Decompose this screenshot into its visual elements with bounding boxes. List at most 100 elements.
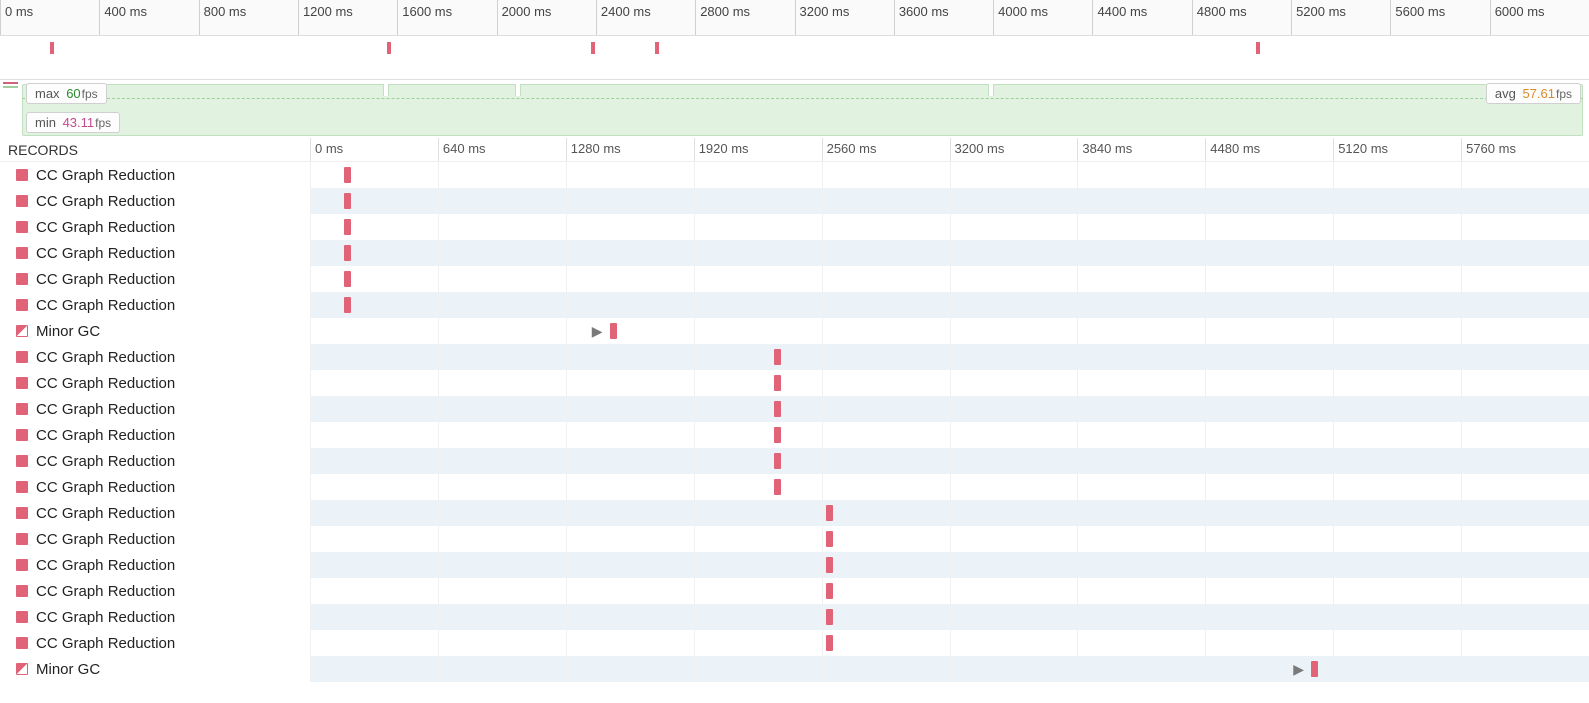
event-marker[interactable]	[344, 245, 351, 261]
expand-icon[interactable]: ▶	[1293, 661, 1304, 678]
record-lane[interactable]	[310, 552, 1589, 578]
record-lane[interactable]	[310, 630, 1589, 656]
event-marker[interactable]	[774, 453, 781, 469]
record-lane[interactable]	[310, 266, 1589, 292]
records-row[interactable]: CC Graph Reduction	[0, 240, 1589, 266]
record-lane[interactable]	[310, 526, 1589, 552]
event-marker[interactable]	[344, 219, 351, 235]
record-lane[interactable]	[310, 474, 1589, 500]
record-lane[interactable]	[310, 344, 1589, 370]
record-lane[interactable]	[310, 500, 1589, 526]
records-row[interactable]: CC Graph Reduction	[0, 370, 1589, 396]
lane-gridline	[1205, 266, 1206, 292]
lane-gridline	[438, 500, 439, 526]
record-label-text: CC Graph Reduction	[36, 271, 175, 288]
event-marker[interactable]	[774, 401, 781, 417]
records-row[interactable]: CC Graph Reduction	[0, 526, 1589, 552]
record-lane[interactable]	[310, 188, 1589, 214]
records-time-axis[interactable]: 0 ms640 ms1280 ms1920 ms2560 ms3200 ms38…	[310, 138, 1589, 161]
lane-gridline	[1077, 474, 1078, 500]
records-row[interactable]: Minor GC▶	[0, 656, 1589, 682]
records-tick: 1920 ms	[694, 138, 749, 161]
records-row[interactable]: CC Graph Reduction	[0, 422, 1589, 448]
overview-ruler[interactable]: 0 ms400 ms800 ms1200 ms1600 ms2000 ms240…	[0, 0, 1589, 36]
lane-gridline	[310, 318, 311, 344]
record-lane[interactable]	[310, 292, 1589, 318]
record-lane[interactable]	[310, 578, 1589, 604]
event-marker[interactable]	[826, 609, 833, 625]
record-lane[interactable]	[310, 240, 1589, 266]
event-marker[interactable]	[826, 557, 833, 573]
records-row[interactable]: CC Graph Reduction	[0, 448, 1589, 474]
record-lane[interactable]: ▶	[310, 318, 1589, 344]
records-row[interactable]: CC Graph Reduction	[0, 266, 1589, 292]
records-row[interactable]: CC Graph Reduction	[0, 344, 1589, 370]
records-row[interactable]: CC Graph Reduction	[0, 292, 1589, 318]
cc-swatch-icon	[16, 481, 28, 493]
lane-gridline	[566, 578, 567, 604]
fps-legend-handle-icon	[3, 82, 18, 92]
records-row[interactable]: CC Graph Reduction	[0, 396, 1589, 422]
event-marker[interactable]	[774, 375, 781, 391]
event-marker[interactable]	[826, 583, 833, 599]
record-lane[interactable]	[310, 214, 1589, 240]
records-row[interactable]: CC Graph Reduction	[0, 162, 1589, 188]
event-marker[interactable]	[826, 505, 833, 521]
cc-swatch-icon	[16, 637, 28, 649]
record-lane[interactable]	[310, 396, 1589, 422]
records-row[interactable]: CC Graph Reduction	[0, 500, 1589, 526]
record-lane[interactable]	[310, 422, 1589, 448]
lane-gridline	[822, 266, 823, 292]
record-lane[interactable]	[310, 370, 1589, 396]
records-row[interactable]: CC Graph Reduction	[0, 474, 1589, 500]
fps-lane[interactable]: max 60fps min 43.11fps avg 57.61fps	[0, 80, 1589, 138]
event-marker[interactable]	[826, 635, 833, 651]
lane-gridline	[1205, 552, 1206, 578]
lane-gridline	[310, 552, 311, 578]
lane-gridline	[694, 240, 695, 266]
lane-gridline	[438, 292, 439, 318]
overview-tick: 1600 ms	[397, 0, 452, 35]
lane-gridline	[438, 162, 439, 188]
record-label-text: CC Graph Reduction	[36, 557, 175, 574]
lane-gridline	[694, 422, 695, 448]
lane-gridline	[310, 214, 311, 240]
event-marker[interactable]	[826, 531, 833, 547]
lane-gridline	[1333, 292, 1334, 318]
lane-gridline	[1333, 188, 1334, 214]
records-row[interactable]: CC Graph Reduction	[0, 214, 1589, 240]
records-rows: CC Graph ReductionCC Graph ReductionCC G…	[0, 162, 1589, 682]
lane-gridline	[950, 292, 951, 318]
records-ruler: RECORDS 0 ms640 ms1280 ms1920 ms2560 ms3…	[0, 138, 1589, 162]
record-lane[interactable]	[310, 604, 1589, 630]
record-lane[interactable]: ▶	[310, 656, 1589, 682]
event-marker[interactable]	[344, 297, 351, 313]
event-marker[interactable]	[774, 479, 781, 495]
lane-gridline	[438, 630, 439, 656]
records-row[interactable]: CC Graph Reduction	[0, 630, 1589, 656]
records-row[interactable]: CC Graph Reduction	[0, 578, 1589, 604]
lane-gridline	[1077, 578, 1078, 604]
lane-gridline	[694, 448, 695, 474]
records-row[interactable]: CC Graph Reduction	[0, 188, 1589, 214]
event-marker[interactable]	[774, 349, 781, 365]
event-marker[interactable]	[344, 271, 351, 287]
lane-gridline	[1333, 656, 1334, 682]
event-marker[interactable]	[344, 193, 351, 209]
lane-gridline	[310, 240, 311, 266]
event-marker[interactable]	[610, 323, 617, 339]
event-marker[interactable]	[1311, 661, 1318, 677]
expand-icon[interactable]: ▶	[592, 323, 603, 340]
lane-gridline	[1205, 370, 1206, 396]
overview-marker-strip[interactable]	[0, 36, 1589, 80]
event-marker[interactable]	[344, 167, 351, 183]
records-row[interactable]: CC Graph Reduction	[0, 604, 1589, 630]
record-lane[interactable]	[310, 448, 1589, 474]
lane-gridline	[822, 344, 823, 370]
records-row[interactable]: Minor GC▶	[0, 318, 1589, 344]
records-tick: 3840 ms	[1077, 138, 1132, 161]
records-row[interactable]: CC Graph Reduction	[0, 552, 1589, 578]
lane-gridline	[438, 448, 439, 474]
event-marker[interactable]	[774, 427, 781, 443]
record-lane[interactable]	[310, 162, 1589, 188]
